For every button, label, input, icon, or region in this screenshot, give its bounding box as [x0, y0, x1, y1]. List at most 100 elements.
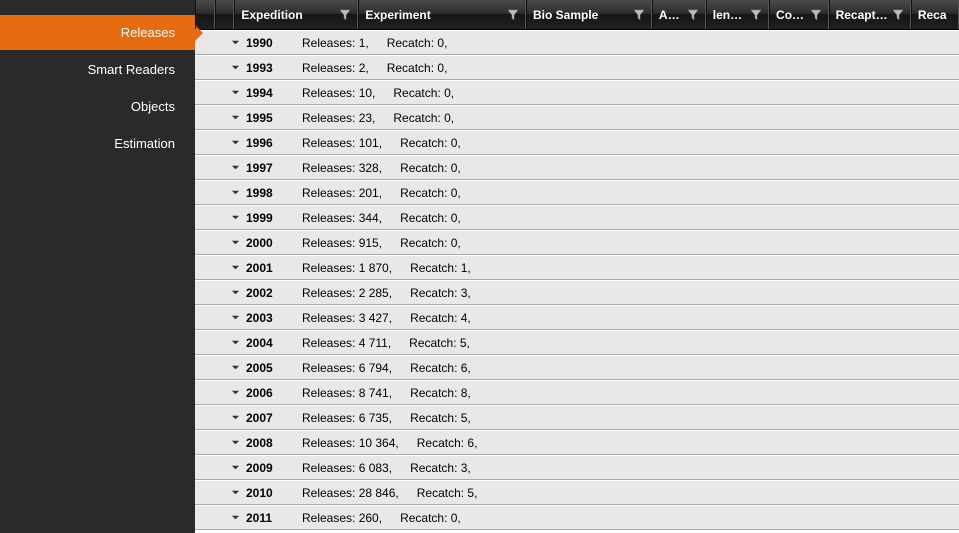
group-row[interactable]: 1999Releases: 344,Recatch: 0,: [195, 205, 959, 230]
group-row[interactable]: 2004Releases: 4 711,Recatch: 5,: [195, 330, 959, 355]
column-header[interactable]: [215, 0, 235, 29]
column-header[interactable]: Bio Sample: [526, 0, 652, 29]
group-row[interactable]: 1993Releases: 2,Recatch: 0,: [195, 55, 959, 80]
group-year: 2000: [246, 236, 282, 250]
chevron-down-icon[interactable]: [231, 436, 240, 450]
group-row[interactable]: 2005Releases: 6 794,Recatch: 6,: [195, 355, 959, 380]
column-label: Reca: [918, 8, 952, 22]
releases-summary: Releases: 28 846,: [302, 486, 399, 500]
sidebar-item-label: Objects: [131, 99, 175, 114]
group-row[interactable]: 1995Releases: 23,Recatch: 0,: [195, 105, 959, 130]
chevron-down-icon[interactable]: [231, 211, 240, 225]
chevron-down-icon[interactable]: [231, 361, 240, 375]
group-row[interactable]: 1990Releases: 1,Recatch: 0,: [195, 30, 959, 55]
group-row[interactable]: 2009Releases: 6 083,Recatch: 3,: [195, 455, 959, 480]
column-header[interactable]: length: [706, 0, 769, 29]
group-year: 2011: [246, 511, 282, 525]
releases-summary: Releases: 10,: [302, 86, 375, 100]
chevron-down-icon[interactable]: [231, 336, 240, 350]
chevron-down-icon[interactable]: [231, 86, 240, 100]
column-header[interactable]: Expedition: [234, 0, 358, 29]
group-row[interactable]: 2010Releases: 28 846,Recatch: 5,: [195, 480, 959, 505]
filter-icon[interactable]: [750, 9, 762, 21]
releases-summary: Releases: 915,: [302, 236, 382, 250]
releases-summary: Releases: 2 285,: [302, 286, 392, 300]
sidebar-item-label: Estimation: [114, 136, 175, 151]
releases-summary: Releases: 101,: [302, 136, 382, 150]
group-year: 2008: [246, 436, 282, 450]
releases-summary: Releases: 6 083,: [302, 461, 392, 475]
column-label: Count: [776, 8, 806, 22]
group-row[interactable]: 2001Releases: 1 870,Recatch: 1,: [195, 255, 959, 280]
releases-summary: Releases: 8 741,: [302, 386, 392, 400]
group-row[interactable]: 1994Releases: 10,Recatch: 0,: [195, 80, 959, 105]
group-row[interactable]: 2006Releases: 8 741,Recatch: 8,: [195, 380, 959, 405]
column-header[interactable]: Count: [769, 0, 829, 29]
recatch-summary: Recatch: 6,: [410, 361, 471, 375]
group-row[interactable]: 2002 Releases: 2 285, Recatch: 3,: [195, 280, 959, 305]
recatch-summary: Recatch: 3,: [410, 286, 471, 300]
chevron-down-icon[interactable]: [231, 286, 240, 300]
releases-summary: Releases: 1 870,: [302, 261, 392, 275]
recatch-summary: Recatch: 5,: [417, 486, 478, 500]
chevron-down-icon[interactable]: [231, 311, 240, 325]
column-header[interactable]: [195, 0, 215, 29]
sidebar-item-smart-readers[interactable]: Smart Readers: [0, 52, 195, 87]
chevron-down-icon[interactable]: [231, 36, 240, 50]
filter-icon[interactable]: [507, 9, 519, 21]
group-year: 2002: [246, 286, 282, 300]
group-row[interactable]: 1997Releases: 328,Recatch: 0,: [195, 155, 959, 180]
chevron-down-icon[interactable]: [231, 136, 240, 150]
chevron-down-icon[interactable]: [231, 486, 240, 500]
column-header[interactable]: Area: [652, 0, 706, 29]
recatch-summary: Recatch: 0,: [400, 186, 461, 200]
filter-icon[interactable]: [339, 9, 351, 21]
group-row[interactable]: 2003Releases: 3 427,Recatch: 4,: [195, 305, 959, 330]
group-year: 1993: [246, 61, 282, 75]
chevron-down-icon[interactable]: [231, 261, 240, 275]
main-grid: Expedition ExperimentBio SampleArea length…: [195, 0, 959, 533]
filter-icon[interactable]: [892, 9, 904, 21]
chevron-down-icon[interactable]: [231, 161, 240, 175]
group-row[interactable]: 2011Releases: 260,Recatch: 0,: [195, 505, 959, 530]
recatch-summary: Recatch: 0,: [400, 136, 461, 150]
group-year: 1995: [246, 111, 282, 125]
column-label: length: [713, 8, 746, 22]
group-row[interactable]: 2008 Releases: 10 364, Recatch: 6,: [195, 430, 959, 455]
filter-icon[interactable]: [687, 9, 699, 21]
recatch-summary: Recatch: 0,: [387, 61, 448, 75]
group-row[interactable]: 1998Releases: 201,Recatch: 0,: [195, 180, 959, 205]
recatch-summary: Recatch: 6,: [417, 436, 478, 450]
chevron-down-icon[interactable]: [231, 386, 240, 400]
column-header[interactable]: Experiment: [358, 0, 526, 29]
group-year: 2006: [246, 386, 282, 400]
group-row[interactable]: 2007Releases: 6 735,Recatch: 5,: [195, 405, 959, 430]
releases-summary: Releases: 10 364,: [302, 436, 399, 450]
releases-summary: Releases: 344,: [302, 211, 382, 225]
group-year: 1990: [246, 36, 282, 50]
releases-summary: Releases: 6 794,: [302, 361, 392, 375]
filter-icon[interactable]: [633, 9, 645, 21]
releases-summary: Releases: 328,: [302, 161, 382, 175]
sidebar-item-label: Smart Readers: [88, 62, 175, 77]
recatch-summary: Recatch: 5,: [410, 411, 471, 425]
releases-summary: Releases: 23,: [302, 111, 375, 125]
chevron-down-icon[interactable]: [231, 411, 240, 425]
recatch-summary: Recatch: 3,: [410, 461, 471, 475]
sidebar-item-releases[interactable]: Releases: [0, 15, 195, 50]
group-row[interactable]: 2000Releases: 915,Recatch: 0,: [195, 230, 959, 255]
column-label: Expedition: [241, 8, 335, 22]
chevron-down-icon[interactable]: [231, 511, 240, 525]
chevron-down-icon[interactable]: [231, 186, 240, 200]
column-header[interactable]: Reca: [911, 0, 959, 29]
chevron-down-icon[interactable]: [231, 461, 240, 475]
group-row[interactable]: 1996Releases: 101,Recatch: 0,: [195, 130, 959, 155]
chevron-down-icon[interactable]: [231, 236, 240, 250]
sidebar-item-objects[interactable]: Objects: [0, 89, 195, 124]
chevron-down-icon[interactable]: [231, 111, 240, 125]
filter-icon[interactable]: [810, 9, 822, 21]
sidebar-item-estimation[interactable]: Estimation: [0, 126, 195, 161]
chevron-down-icon[interactable]: [231, 61, 240, 75]
grid-header: Expedition ExperimentBio SampleArea length…: [195, 0, 959, 30]
column-header[interactable]: Recapture: [829, 0, 911, 29]
